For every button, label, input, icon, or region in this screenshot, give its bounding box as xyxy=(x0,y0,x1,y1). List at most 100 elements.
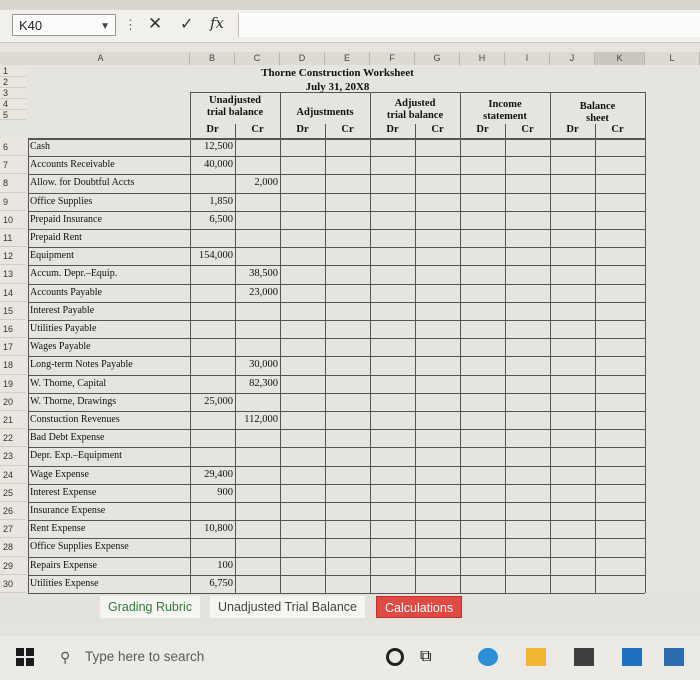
tab-calculations[interactable]: Calculations xyxy=(376,596,463,618)
row-header[interactable]: 26 xyxy=(0,502,26,521)
account-name[interactable]: Wage Expense xyxy=(30,469,190,480)
more-options-icon[interactable]: ⋮ xyxy=(124,17,137,33)
column-header-g[interactable]: G xyxy=(415,52,460,65)
account-name[interactable]: Utilities Expense xyxy=(30,578,190,589)
row-header[interactable]: 14 xyxy=(0,283,26,302)
windows-icon[interactable] xyxy=(16,648,34,666)
search-icon[interactable]: ⚲ xyxy=(60,649,70,666)
column-header-a[interactable]: A xyxy=(12,52,190,65)
unadjusted-dr-value[interactable]: 100 xyxy=(190,560,233,571)
column-header-b[interactable]: B xyxy=(190,52,235,65)
column-header-l[interactable]: L xyxy=(645,52,700,65)
unadjusted-cr-value[interactable]: 23,000 xyxy=(235,287,278,298)
account-name[interactable]: Interest Expense xyxy=(30,487,190,498)
check-icon[interactable]: ✓ xyxy=(180,14,193,34)
account-name[interactable]: Accum. Depr.–Equip. xyxy=(30,268,190,279)
chevron-down-icon[interactable]: ▼ xyxy=(100,16,110,38)
account-name[interactable]: Wages Payable xyxy=(30,341,190,352)
row-header[interactable]: 16 xyxy=(0,320,26,339)
account-name[interactable]: Prepaid Insurance xyxy=(30,214,190,225)
unadjusted-cr-value[interactable]: 30,000 xyxy=(235,359,278,370)
row-header[interactable]: 3 xyxy=(0,88,26,99)
unadjusted-dr-value[interactable]: 10,800 xyxy=(190,523,233,534)
row-header[interactable]: 15 xyxy=(0,301,26,320)
row-header[interactable]: 27 xyxy=(0,520,26,539)
account-name[interactable]: Allow. for Doubtful Accts xyxy=(30,177,190,188)
row-header[interactable]: 28 xyxy=(0,538,26,557)
row-header[interactable]: 10 xyxy=(0,210,26,229)
close-icon[interactable]: ✕ xyxy=(148,14,162,34)
account-name[interactable]: Equipment xyxy=(30,250,190,261)
unadjusted-cr-value[interactable]: 38,500 xyxy=(235,268,278,279)
unadjusted-cr-value[interactable]: 112,000 xyxy=(235,414,278,425)
column-header-c[interactable]: C xyxy=(235,52,280,65)
edge-icon[interactable] xyxy=(478,648,498,666)
row-header[interactable]: 17 xyxy=(0,338,26,357)
formula-input[interactable] xyxy=(238,13,700,37)
row-header[interactable]: 1 xyxy=(0,66,26,77)
row-header[interactable]: 30 xyxy=(0,574,26,593)
row-header[interactable]: 23 xyxy=(0,447,26,466)
row-header[interactable]: 18 xyxy=(0,356,26,375)
account-name[interactable]: Interest Payable xyxy=(30,305,190,316)
account-name[interactable]: W. Thorne, Capital xyxy=(30,378,190,389)
row-header[interactable]: 2 xyxy=(0,77,26,88)
row-header[interactable]: 11 xyxy=(0,229,26,248)
app-icon[interactable] xyxy=(664,648,684,666)
account-name[interactable]: Depr. Exp.–Equipment xyxy=(30,450,190,461)
account-name[interactable]: Bad Debt Expense xyxy=(30,432,190,443)
row-header[interactable]: 22 xyxy=(0,429,26,448)
row-header[interactable]: 4 xyxy=(0,99,26,110)
column-header-d[interactable]: D xyxy=(280,52,325,65)
row-header[interactable]: 6 xyxy=(0,138,26,157)
unadjusted-dr-value[interactable]: 1,850 xyxy=(190,196,233,207)
unadjusted-dr-value[interactable]: 6,500 xyxy=(190,214,233,225)
account-name[interactable]: Prepaid Rent xyxy=(30,232,190,243)
account-name[interactable]: Repairs Expense xyxy=(30,560,190,571)
row-header[interactable]: 12 xyxy=(0,247,26,266)
row-header[interactable]: 21 xyxy=(0,411,26,430)
unadjusted-dr-value[interactable]: 29,400 xyxy=(190,469,233,480)
unadjusted-dr-value[interactable]: 40,000 xyxy=(190,159,233,170)
column-header-f[interactable]: F xyxy=(370,52,415,65)
account-name[interactable]: Constuction Revenues xyxy=(30,414,190,425)
column-header-e[interactable]: E xyxy=(325,52,370,65)
account-name[interactable]: Long-term Notes Payable xyxy=(30,359,190,370)
row-header[interactable]: 25 xyxy=(0,483,26,502)
file-explorer-icon[interactable] xyxy=(526,648,546,666)
row-header[interactable]: 13 xyxy=(0,265,26,284)
unadjusted-dr-value[interactable]: 900 xyxy=(190,487,233,498)
account-name[interactable]: Cash xyxy=(30,141,190,152)
row-header[interactable]: 5 xyxy=(0,110,26,120)
account-name[interactable]: Rent Expense xyxy=(30,523,190,534)
tab-grading-rubric[interactable]: Grading Rubric xyxy=(100,596,201,618)
fx-icon[interactable]: fx xyxy=(210,14,224,32)
row-header[interactable]: 19 xyxy=(0,374,26,393)
row-header[interactable]: 7 xyxy=(0,156,26,175)
column-header-k[interactable]: K xyxy=(595,52,645,65)
account-name[interactable]: Insurance Expense xyxy=(30,505,190,516)
taskbar-search-input[interactable]: Type here to search xyxy=(85,649,204,664)
column-header-i[interactable]: I xyxy=(505,52,550,65)
account-name[interactable]: Utilities Payable xyxy=(30,323,190,334)
row-header[interactable]: 9 xyxy=(0,192,26,211)
name-box[interactable]: K40 ▼ xyxy=(12,14,116,36)
unadjusted-dr-value[interactable]: 154,000 xyxy=(190,250,233,261)
unadjusted-dr-value[interactable]: 12,500 xyxy=(190,141,233,152)
row-header[interactable]: 24 xyxy=(0,465,26,484)
unadjusted-cr-value[interactable]: 82,300 xyxy=(235,378,278,389)
column-header-h[interactable]: H xyxy=(460,52,505,65)
cortana-icon[interactable] xyxy=(386,648,404,666)
account-name[interactable]: Accounts Payable xyxy=(30,287,190,298)
row-header[interactable]: 29 xyxy=(0,556,26,575)
unadjusted-dr-value[interactable]: 6,750 xyxy=(190,578,233,589)
account-name[interactable]: Office Supplies xyxy=(30,196,190,207)
column-header-j[interactable]: J xyxy=(550,52,595,65)
unadjusted-dr-value[interactable]: 25,000 xyxy=(190,396,233,407)
tab-unadjusted-trial-balance[interactable]: Unadjusted Trial Balance xyxy=(210,596,365,618)
mail-icon[interactable] xyxy=(622,648,642,666)
task-view-icon[interactable]: ⧉ xyxy=(420,648,440,666)
row-header[interactable]: 8 xyxy=(0,174,26,193)
account-name[interactable]: W. Thorne, Drawings xyxy=(30,396,190,407)
select-all-corner[interactable] xyxy=(0,52,12,65)
